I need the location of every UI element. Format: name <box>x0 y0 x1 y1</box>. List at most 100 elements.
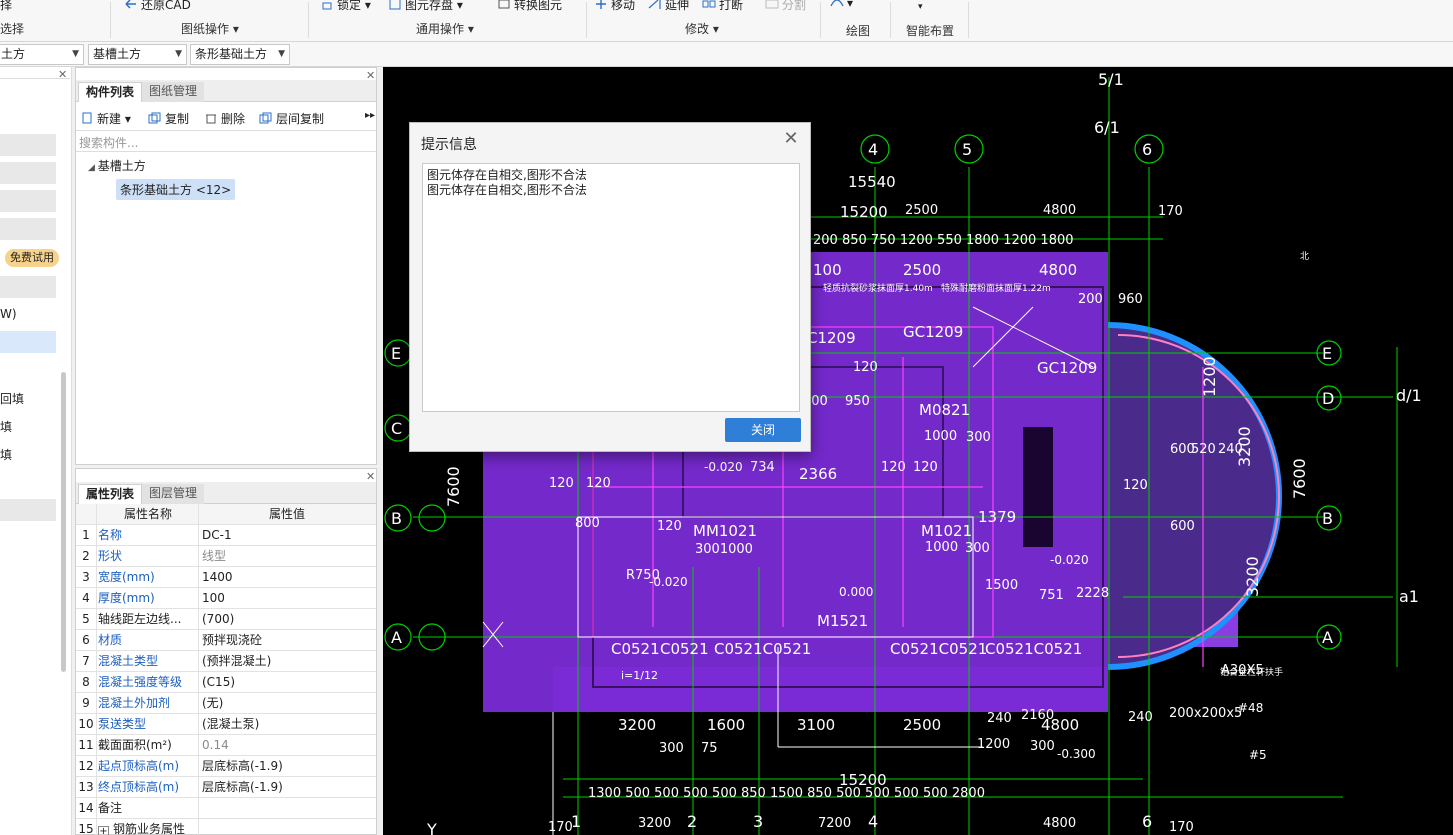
svg-text:200 850 750 1200 550 180: 200 850 750 1200 550 1800 1200 1800 <box>813 233 1074 248</box>
nav-item-selected[interactable] <box>0 331 56 353</box>
select-tool-button[interactable]: 择 <box>0 0 12 13</box>
svg-text:铝合金栏杆扶手: 铝合金栏杆扶手 <box>1220 666 1283 678</box>
component-panel-tabs: 构件列表 图纸管理 <box>76 80 376 102</box>
scrollbar[interactable] <box>61 372 66 672</box>
property-row[interactable]: 4 厚度(mm) 100 <box>76 588 376 609</box>
group-label-modify[interactable]: 修改 ▾ <box>685 20 719 37</box>
smart-layout-dropdown[interactable]: ▾ <box>918 2 923 12</box>
group-label-general-ops[interactable]: 通用操作 ▾ <box>416 20 474 37</box>
svg-text:C0521C0521: C0521C0521 <box>714 640 811 658</box>
nav-item-label[interactable]: 填 <box>0 418 12 435</box>
svg-text:C0521: C0521 <box>660 640 709 658</box>
property-value[interactable]: DC-1 <box>202 525 372 545</box>
property-value[interactable]: 层底标高(-1.9) <box>202 777 372 797</box>
more-icon[interactable]: ▸▸ <box>365 110 375 121</box>
tab-drawing-management[interactable]: 图纸管理 <box>142 82 205 102</box>
nav-item[interactable] <box>0 218 56 240</box>
category-select[interactable]: 基槽土方 ▼ <box>88 44 187 65</box>
property-row[interactable]: 6 材质 预拌现浇砼 <box>76 630 376 651</box>
move-button[interactable]: 移动 <box>594 0 635 13</box>
svg-text:960: 960 <box>1118 292 1143 307</box>
property-row[interactable]: 15 + 钢筋业务属性 <box>76 819 376 835</box>
property-value[interactable]: (C15) <box>202 672 372 692</box>
property-row[interactable]: 10 泵送类型 (混凝土泵) <box>76 714 376 735</box>
property-value[interactable]: 1400 <box>202 567 372 587</box>
svg-text:i=1/12: i=1/12 <box>621 669 658 682</box>
property-value[interactable]: (预拌混凝土) <box>202 651 372 671</box>
break-button[interactable]: 打断 <box>702 0 743 13</box>
svg-text:170: 170 <box>1158 204 1183 219</box>
property-value[interactable]: 100 <box>202 588 372 608</box>
convert-element-button[interactable]: 转换图元 <box>497 0 562 13</box>
property-row[interactable]: 3 宽度(mm) 1400 <box>76 567 376 588</box>
collapse-icon: ◢ <box>88 163 98 173</box>
svg-text:1300 500 500 500 500 8: 1300 500 500 500 500 850 1500 850 500 50… <box>588 786 985 801</box>
property-row[interactable]: 8 混凝土强度等级 (C15) <box>76 672 376 693</box>
restore-cad-button[interactable]: 还原CAD <box>124 0 191 13</box>
tree-node-selected[interactable]: 条形基础土方 <12> <box>116 179 236 200</box>
extend-button[interactable]: 延伸 <box>648 0 689 13</box>
component-select[interactable]: 条形基础土方 ▼ <box>190 44 290 65</box>
property-row-number: 8 <box>82 675 90 689</box>
property-value[interactable]: (混凝土泵) <box>202 714 372 734</box>
nav-item[interactable] <box>0 134 56 156</box>
svg-text:751: 751 <box>1039 588 1064 603</box>
close-button[interactable]: 关闭 <box>725 418 801 442</box>
split-button[interactable]: 分割 <box>765 0 806 13</box>
property-value[interactable]: 层底标高(-1.9) <box>202 756 372 776</box>
svg-text:C0521: C0521 <box>611 640 660 658</box>
tree-node-parent[interactable]: ◢ 基槽土方 <box>88 157 146 174</box>
property-row[interactable]: 11 截面面积(m²) 0.14 <box>76 735 376 756</box>
floor-copy-button[interactable]: 层间复制 <box>259 110 324 127</box>
property-value[interactable]: 预拌现浇砼 <box>202 630 372 650</box>
property-value[interactable]: (无) <box>202 693 372 713</box>
close-icon[interactable]: ✕ <box>782 130 800 149</box>
search-input[interactable]: 搜索构件... <box>76 130 376 152</box>
property-row-number: 9 <box>82 696 90 710</box>
tab-layer-management[interactable]: 图层管理 <box>142 484 205 504</box>
floor-select[interactable]: 土方 ▼ <box>0 44 84 65</box>
tab-property-list[interactable]: 属性列表 <box>78 484 143 504</box>
svg-text:7600: 7600 <box>1290 458 1309 499</box>
group-label-drawing-ops[interactable]: 图纸操作 ▾ <box>181 20 239 37</box>
delete-button[interactable]: 删除 <box>204 110 245 127</box>
property-value[interactable]: (700) <box>202 609 372 629</box>
nav-item-label[interactable]: 填 <box>0 446 12 463</box>
nav-item[interactable] <box>0 190 56 212</box>
property-row-number: 7 <box>82 654 90 668</box>
nav-item[interactable] <box>0 499 56 521</box>
svg-text:#5: #5 <box>1249 748 1267 762</box>
svg-text:1379: 1379 <box>978 508 1016 526</box>
nav-item-label[interactable]: 回填 <box>0 390 24 407</box>
property-row[interactable]: 14 备注 <box>76 798 376 819</box>
property-row[interactable]: 12 起点顶标高(m) 层底标高(-1.9) <box>76 756 376 777</box>
svg-text:2500: 2500 <box>903 716 941 734</box>
new-button[interactable]: 新建 ▾ <box>80 110 131 127</box>
free-trial-badge[interactable]: 免费试用 <box>5 249 59 267</box>
property-value[interactable]: 0.14 <box>202 735 372 755</box>
close-icon[interactable]: ✕ <box>58 68 67 81</box>
lock-button[interactable]: 锁定 ▾ <box>320 0 371 13</box>
property-row[interactable]: 1 名称 DC-1 <box>76 525 376 546</box>
tab-component-list[interactable]: 构件列表 <box>78 82 143 102</box>
ribbon-separator <box>820 2 821 38</box>
svg-text:4: 4 <box>868 140 878 159</box>
svg-text:4800: 4800 <box>1043 203 1076 218</box>
save-element-button[interactable]: 图元存盘 ▾ <box>388 0 463 13</box>
property-row[interactable]: 9 混凝土外加剂 (无) <box>76 693 376 714</box>
copy-button[interactable]: 复制 <box>148 110 189 127</box>
property-row[interactable]: 13 终点顶标高(m) 层底标高(-1.9) <box>76 777 376 798</box>
nav-item[interactable] <box>0 276 56 298</box>
draw-dropdown[interactable]: ▾ <box>830 0 853 10</box>
property-value[interactable]: 线型 <box>202 546 372 566</box>
svg-text:200: 200 <box>1078 292 1103 307</box>
svg-text:3200: 3200 <box>1235 426 1254 467</box>
property-row[interactable]: 5 轴线距左边线... (700) <box>76 609 376 630</box>
svg-text:2: 2 <box>687 812 697 831</box>
property-row[interactable]: 2 形状 线型 <box>76 546 376 567</box>
expand-icon[interactable]: + <box>98 826 109 835</box>
property-row[interactable]: 7 混凝土类型 (预拌混凝土) <box>76 651 376 672</box>
nav-item[interactable] <box>0 162 56 184</box>
nav-item-label[interactable]: W) <box>0 307 17 321</box>
svg-text:轻质抗裂砂浆抹面厚1.40m: 轻质抗裂砂浆抹面厚1.40m <box>823 282 933 294</box>
